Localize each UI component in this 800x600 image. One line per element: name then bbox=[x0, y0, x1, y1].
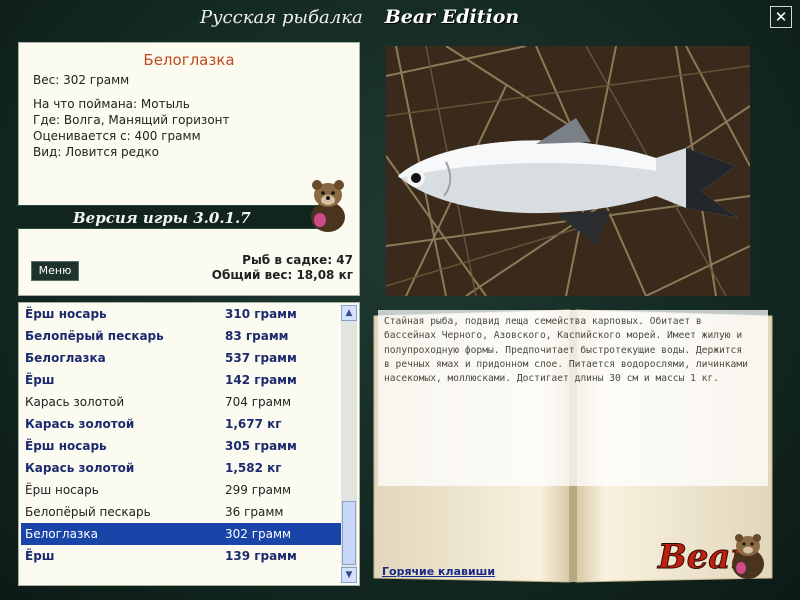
list-item-name: Ёрш bbox=[25, 549, 55, 563]
fish-name: Белоглазка bbox=[143, 51, 235, 69]
list-item-weight: 139 грамм bbox=[225, 549, 297, 563]
list-item[interactable]: Карась золотой 704 грамм bbox=[21, 391, 341, 413]
list-item-weight: 302 грамм bbox=[225, 527, 292, 541]
list-item-name: Ёрш носарь bbox=[25, 307, 107, 321]
total-weight: Общий вес: 18,08 кг bbox=[211, 268, 353, 282]
list-item-weight: 36 грамм bbox=[225, 505, 284, 519]
list-item-weight: 142 грамм bbox=[225, 373, 297, 387]
scroll-up-icon[interactable]: ▲ bbox=[341, 305, 357, 321]
list-item[interactable]: Карась золотой 1,677 кг bbox=[21, 413, 341, 435]
scroll-thumb[interactable] bbox=[342, 501, 356, 565]
bear-logo: Bear bbox=[657, 534, 764, 579]
list-item-weight: 537 грамм bbox=[225, 351, 297, 365]
list-item-name: Белоглазка bbox=[25, 351, 106, 365]
game-title: Русская рыбалка bbox=[200, 7, 363, 28]
fish-weight: Вес: 302 грамм bbox=[33, 73, 130, 87]
list-item-name: Ёрш bbox=[25, 373, 55, 387]
fish-info-panel: Белоглазка Вес: 302 грамм На что поймана… bbox=[15, 42, 360, 296]
list-item[interactable]: Карась золотой 1,582 кг bbox=[21, 457, 341, 479]
list-item-name: Белопёрый пескарь bbox=[25, 505, 151, 519]
list-item[interactable]: Белопёрый пескарь 83 грамм bbox=[21, 325, 341, 347]
fish-place: Где: Волга, Манящий горизонт bbox=[33, 113, 230, 127]
list-item[interactable]: Ёрш носарь 310 грамм bbox=[21, 303, 341, 325]
scroll-down-icon[interactable]: ▼ bbox=[341, 567, 357, 583]
list-item-name: Белоглазка bbox=[25, 527, 98, 541]
brand-edition: Bear Edition bbox=[384, 6, 520, 28]
list-item-name: Ёрш носарь bbox=[25, 439, 107, 453]
list-item[interactable]: Ёрш носарь 299 грамм bbox=[21, 479, 341, 501]
close-button[interactable]: ✕ bbox=[770, 6, 792, 28]
list-item[interactable]: Ёрш носарь 305 грамм bbox=[21, 435, 341, 457]
fish-description: Стайная рыба, подвид леща семейства карп… bbox=[384, 316, 748, 385]
fish-bait: На что поймана: Мотыль bbox=[33, 97, 190, 111]
list-item-weight: 299 грамм bbox=[225, 483, 292, 497]
list-item-weight: 1,677 кг bbox=[225, 417, 282, 431]
fish-in-cage-count: Рыб в садке: 47 bbox=[242, 253, 353, 267]
list-item-weight: 305 грамм bbox=[225, 439, 297, 453]
list-item[interactable]: Белопёрый пескарь 36 грамм bbox=[21, 501, 341, 523]
list-item-name: Карась золотой bbox=[25, 395, 125, 409]
list-item-name: Карась золотой bbox=[25, 461, 135, 475]
list-item-weight: 83 грамм bbox=[225, 329, 289, 343]
menu-button[interactable]: Меню bbox=[31, 261, 79, 281]
list-item-name: Карась золотой bbox=[25, 417, 135, 431]
catch-list: Ёрш носарь 310 грамм Белопёрый пескарь 83 г… bbox=[18, 302, 360, 586]
list-item-name: Белопёрый пескарь bbox=[25, 329, 164, 343]
window-title: Русская рыбалка Bear Edition bbox=[200, 6, 519, 30]
close-icon: ✕ bbox=[774, 8, 788, 26]
list-scrollbar[interactable]: ▲ ▼ bbox=[341, 305, 357, 583]
list-item[interactable]: Ёрш 142 грамм bbox=[21, 369, 341, 391]
hotkeys-link[interactable]: Горячие клавиши bbox=[382, 565, 495, 578]
list-item-name: Ёрш носарь bbox=[25, 483, 99, 497]
bear-mascot-icon bbox=[311, 180, 345, 232]
fish-species-status: Вид: Ловится редко bbox=[33, 145, 159, 159]
version-banner: Версия игры 3.0.1.7 bbox=[15, 205, 333, 229]
list-item-weight: 310 грамм bbox=[225, 307, 297, 321]
list-item[interactable]: Ёрш 139 грамм bbox=[21, 545, 341, 567]
fish-photo bbox=[386, 46, 750, 296]
fish-rated-from: Оценивается с: 400 грамм bbox=[33, 129, 201, 143]
list-item-weight: 1,582 кг bbox=[225, 461, 282, 475]
list-item-weight: 704 грамм bbox=[225, 395, 292, 409]
list-item[interactable]: Белоглазка 537 грамм bbox=[21, 347, 341, 369]
list-item[interactable]: Белоглазка 302 грамм bbox=[21, 523, 341, 545]
